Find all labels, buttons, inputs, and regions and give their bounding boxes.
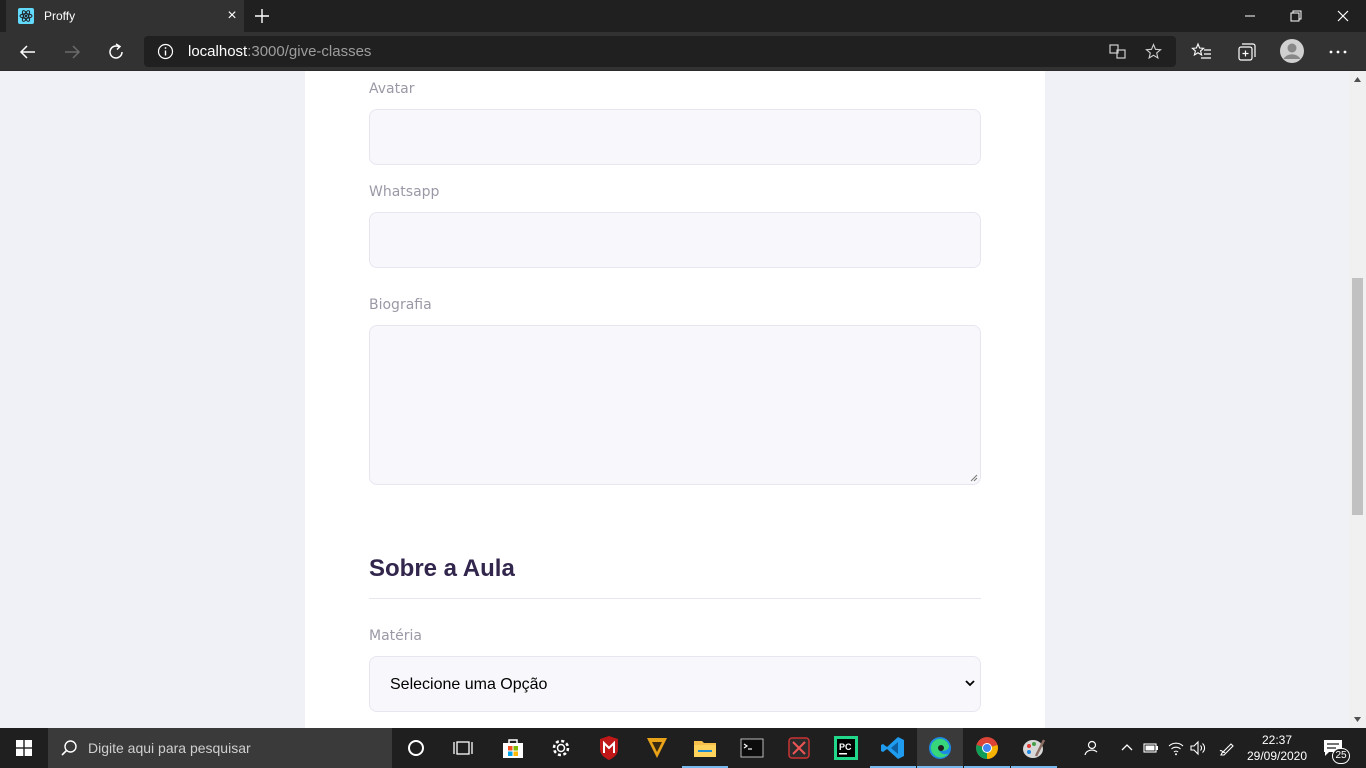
chrome-icon[interactable] [964,728,1010,768]
pen-icon[interactable] [1219,740,1235,756]
edge-icon[interactable] [917,728,963,768]
materia-select[interactable]: Selecione uma Opção [369,656,981,712]
translate-icon[interactable] [1109,43,1126,60]
task-view-icon[interactable] [440,728,486,768]
search-placeholder: Digite aqui para pesquisar [88,740,251,756]
tab-close-icon[interactable]: × [224,8,240,24]
url-host: localhost [188,43,248,60]
refresh-icon[interactable] [105,41,127,63]
chevron-up-icon[interactable] [1119,740,1135,756]
search-icon [61,740,77,756]
volume-icon[interactable] [1190,740,1206,756]
wifi-icon[interactable] [1168,740,1184,756]
avatar-input[interactable] [369,109,981,165]
react-favicon-icon [18,8,34,24]
tab-title: Proffy [44,9,76,23]
minimize-icon[interactable] [1240,6,1260,26]
windows-start-icon[interactable] [0,728,48,768]
terminal-icon[interactable] [729,728,775,768]
scroll-thumb[interactable] [1352,278,1363,515]
page-scrollbar[interactable] [1349,71,1366,728]
favorite-star-icon[interactable] [1145,43,1162,60]
notification-count-badge: 25 [1332,748,1350,764]
select-value: Selecione uma Opção [390,676,548,693]
settings-icon[interactable] [538,728,584,768]
favorites-icon[interactable] [1190,40,1214,64]
section-divider [369,598,981,599]
mcafee-icon[interactable] [586,728,632,768]
section-title: Sobre a Aula [369,555,515,582]
site-info-icon[interactable] [157,43,174,60]
paint-icon[interactable] [1011,728,1057,768]
restore-icon[interactable] [1286,6,1306,26]
close-window-icon[interactable] [1333,6,1353,26]
url-path: :3000/give-classes [247,43,372,60]
svg-text:PC: PC [839,742,852,752]
store-icon[interactable] [490,728,536,768]
battery-icon[interactable] [1143,740,1159,756]
new-tab-icon[interactable] [252,6,272,26]
forward-icon[interactable] [61,41,83,63]
profile-avatar-icon[interactable] [1279,38,1305,64]
vscode-icon[interactable] [870,728,916,768]
clock-time: 22:37 [1261,733,1293,747]
biografia-label: Biografia [369,297,432,313]
url-text[interactable]: localhost:3000/give-classes [188,43,371,60]
browser-tab-strip: Proffy × [0,0,1366,32]
address-bar[interactable]: localhost:3000/give-classes [144,36,1176,67]
chevron-down-icon [965,680,975,687]
clock-date: 29/09/2020 [1246,749,1308,763]
more-options-icon[interactable] [1326,40,1350,64]
browser-toolbar: localhost:3000/give-classes [0,32,1366,71]
resize-grip-icon[interactable] [970,474,978,482]
game-icon[interactable] [634,728,680,768]
taskbar-search[interactable]: Digite aqui para pesquisar [48,728,392,768]
avatar-label: Avatar [369,81,415,97]
windows-taskbar: Digite aqui para pesquisar PC 22:37 29/0… [0,728,1366,768]
scroll-up-icon[interactable] [1353,75,1362,84]
media-icon[interactable] [776,728,822,768]
materia-label: Matéria [369,628,422,644]
browser-tab[interactable]: Proffy × [6,0,244,32]
back-icon[interactable] [17,41,39,63]
people-icon[interactable] [1083,740,1099,756]
system-clock[interactable]: 22:37 29/09/2020 [1246,732,1308,764]
form-panel: Avatar Whatsapp Biografia Sobre a Aula M… [305,71,1045,728]
cortana-icon[interactable] [393,728,439,768]
biografia-textarea[interactable] [369,325,981,485]
page-viewport: Avatar Whatsapp Biografia Sobre a Aula M… [0,71,1366,728]
scroll-down-icon[interactable] [1353,715,1362,724]
whatsapp-label: Whatsapp [369,184,440,200]
pycharm-icon[interactable]: PC [823,728,869,768]
whatsapp-input[interactable] [369,212,981,268]
collections-icon[interactable] [1235,40,1259,64]
file-explorer-icon[interactable] [682,728,728,768]
